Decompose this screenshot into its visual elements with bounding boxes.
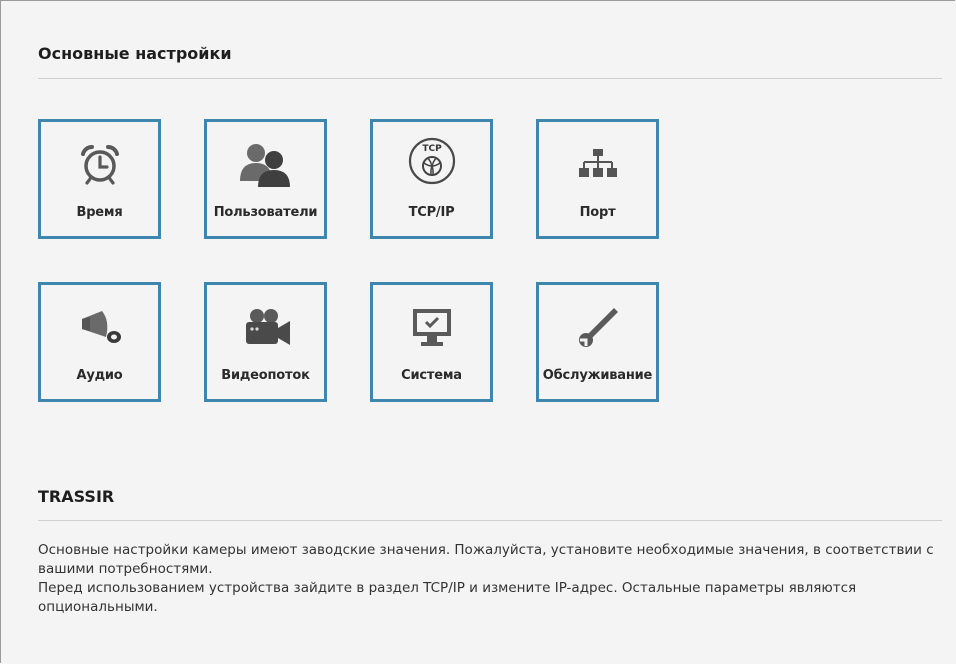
wrench-icon: [539, 304, 656, 350]
tile-maintenance[interactable]: Обслуживание: [536, 282, 659, 402]
monitor-check-icon: [373, 304, 490, 350]
tcp-icon-text: TCP: [422, 144, 442, 154]
tile-users-label: Пользователи: [213, 205, 318, 220]
description-line: Перед использованием устройства зайдите …: [38, 580, 857, 615]
tile-tcpip-label: TCP/IP: [408, 205, 455, 220]
tile-videostream-label: Видеопоток: [221, 368, 310, 383]
tile-system[interactable]: Система: [370, 282, 493, 402]
tile-port-label: Порт: [579, 205, 616, 220]
megaphone-icon: [41, 304, 158, 350]
trassir-divider: [38, 520, 942, 521]
trassir-title: TRASSIR: [38, 487, 115, 506]
tile-audio[interactable]: Аудио: [38, 282, 161, 402]
tile-time-label: Время: [76, 205, 123, 220]
users-icon: [207, 141, 324, 187]
basic-settings-divider: [38, 78, 942, 79]
tile-time[interactable]: Время: [38, 119, 161, 239]
tile-system-label: Система: [401, 368, 462, 383]
basic-settings-title: Основные настройки: [38, 44, 232, 63]
video-camera-icon: [207, 304, 324, 350]
description-line: Основные настройки камеры имеют заводски…: [38, 542, 934, 577]
tile-users[interactable]: Пользователи: [204, 119, 327, 239]
tile-tcpip[interactable]: TCP TCP/IP: [370, 119, 493, 239]
trassir-description: Основные настройки камеры имеют заводски…: [38, 541, 938, 617]
alarm-clock-icon: [41, 141, 158, 187]
tile-port[interactable]: Порт: [536, 119, 659, 239]
network-tree-icon: [539, 141, 656, 187]
tcp-globe-icon: TCP: [373, 137, 490, 185]
tile-maintenance-label: Обслуживание: [542, 368, 653, 383]
tile-videostream[interactable]: Видеопоток: [204, 282, 327, 402]
tile-audio-label: Аудио: [76, 368, 123, 383]
